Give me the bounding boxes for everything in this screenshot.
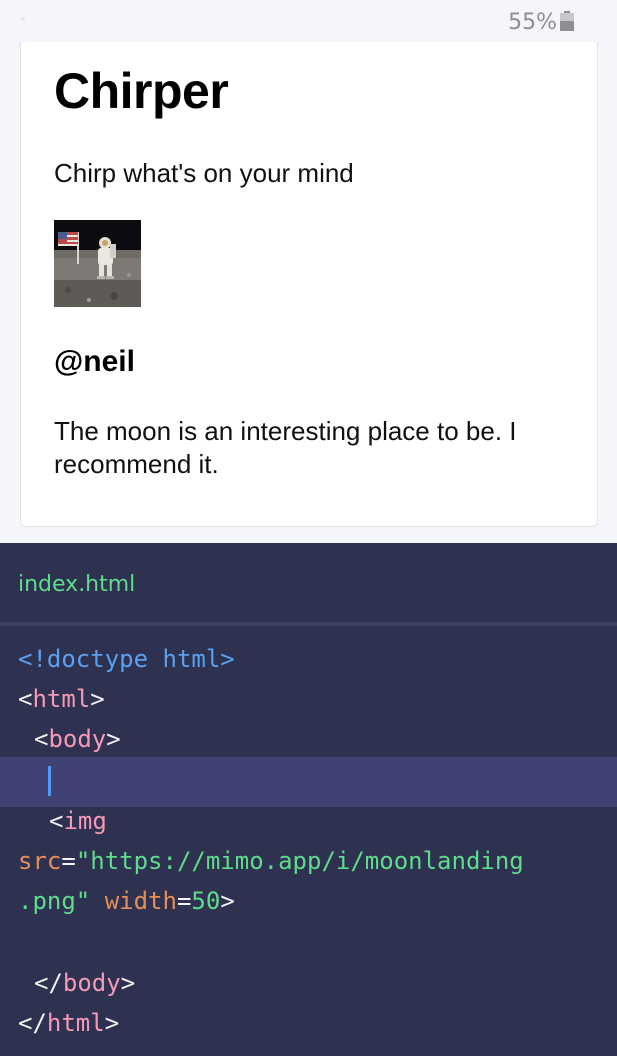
html-close-bracket: </	[18, 1009, 47, 1037]
code-line-5[interactable]: <img	[49, 801, 617, 841]
code-line-1[interactable]: <!doctype html>	[18, 639, 617, 679]
body-open-tag: body	[48, 725, 107, 753]
body-open-close-bracket: >	[106, 725, 121, 753]
html-open-close-bracket: >	[90, 685, 105, 713]
body-close-tag: body	[62, 969, 121, 997]
html-close-tag: html	[46, 1009, 105, 1037]
battery-percent: 55%	[508, 10, 557, 35]
doctype-keyword: <!doctype	[18, 645, 149, 673]
body-close-end-bracket: >	[120, 969, 136, 997]
post-handle: @neil	[54, 345, 135, 378]
doctype-html: html	[148, 645, 221, 673]
doctype-close: >	[220, 645, 235, 673]
code-line-7[interactable]: .png" width=50>	[18, 881, 617, 921]
code-line-9[interactable]: </body>	[34, 963, 617, 1003]
moon-landing-image	[54, 220, 141, 307]
body-close-bracket: </	[34, 969, 63, 997]
equals-sign: =	[61, 847, 76, 875]
prompt-text: Chirp what's on your mind	[54, 158, 354, 188]
width-value: 50	[191, 887, 221, 915]
src-attribute: src	[18, 847, 62, 875]
img-tag: img	[63, 807, 107, 835]
post-text: The moon is an interesting place to be. …	[54, 416, 517, 479]
body-open-bracket: <	[34, 725, 49, 753]
src-value-end: .png"	[18, 887, 91, 915]
code-line-4-active[interactable]	[0, 757, 617, 807]
code-line-2[interactable]: <html>	[18, 679, 617, 719]
img-open-bracket: <	[49, 807, 64, 835]
code-editor[interactable]: index.html <!doctype html> <html> <body>…	[0, 543, 617, 1056]
text-cursor	[48, 766, 51, 796]
src-value: "https://mimo.app/i/moonlanding	[75, 847, 524, 875]
html-open-tag: html	[32, 685, 91, 713]
html-close-end-bracket: >	[104, 1009, 120, 1037]
html-open-bracket: <	[18, 685, 33, 713]
page-title: Chirper	[54, 63, 229, 119]
code-line-3[interactable]: <body>	[34, 719, 617, 759]
code-line-10[interactable]: </html>	[18, 1003, 617, 1043]
equals-sign: =	[176, 887, 192, 915]
file-tab-index-html[interactable]: index.html	[18, 572, 135, 597]
status-bar: 55%	[0, 0, 617, 42]
status-dot	[21, 17, 25, 21]
battery-icon	[560, 11, 574, 31]
preview-card: Chirper Chirp what's on your mind @neil …	[20, 42, 598, 527]
code-line-6[interactable]: src="https://mimo.app/i/moonlanding	[18, 841, 617, 881]
img-close-bracket: >	[220, 887, 235, 915]
width-attribute: width	[104, 887, 177, 915]
tab-divider	[0, 622, 617, 626]
